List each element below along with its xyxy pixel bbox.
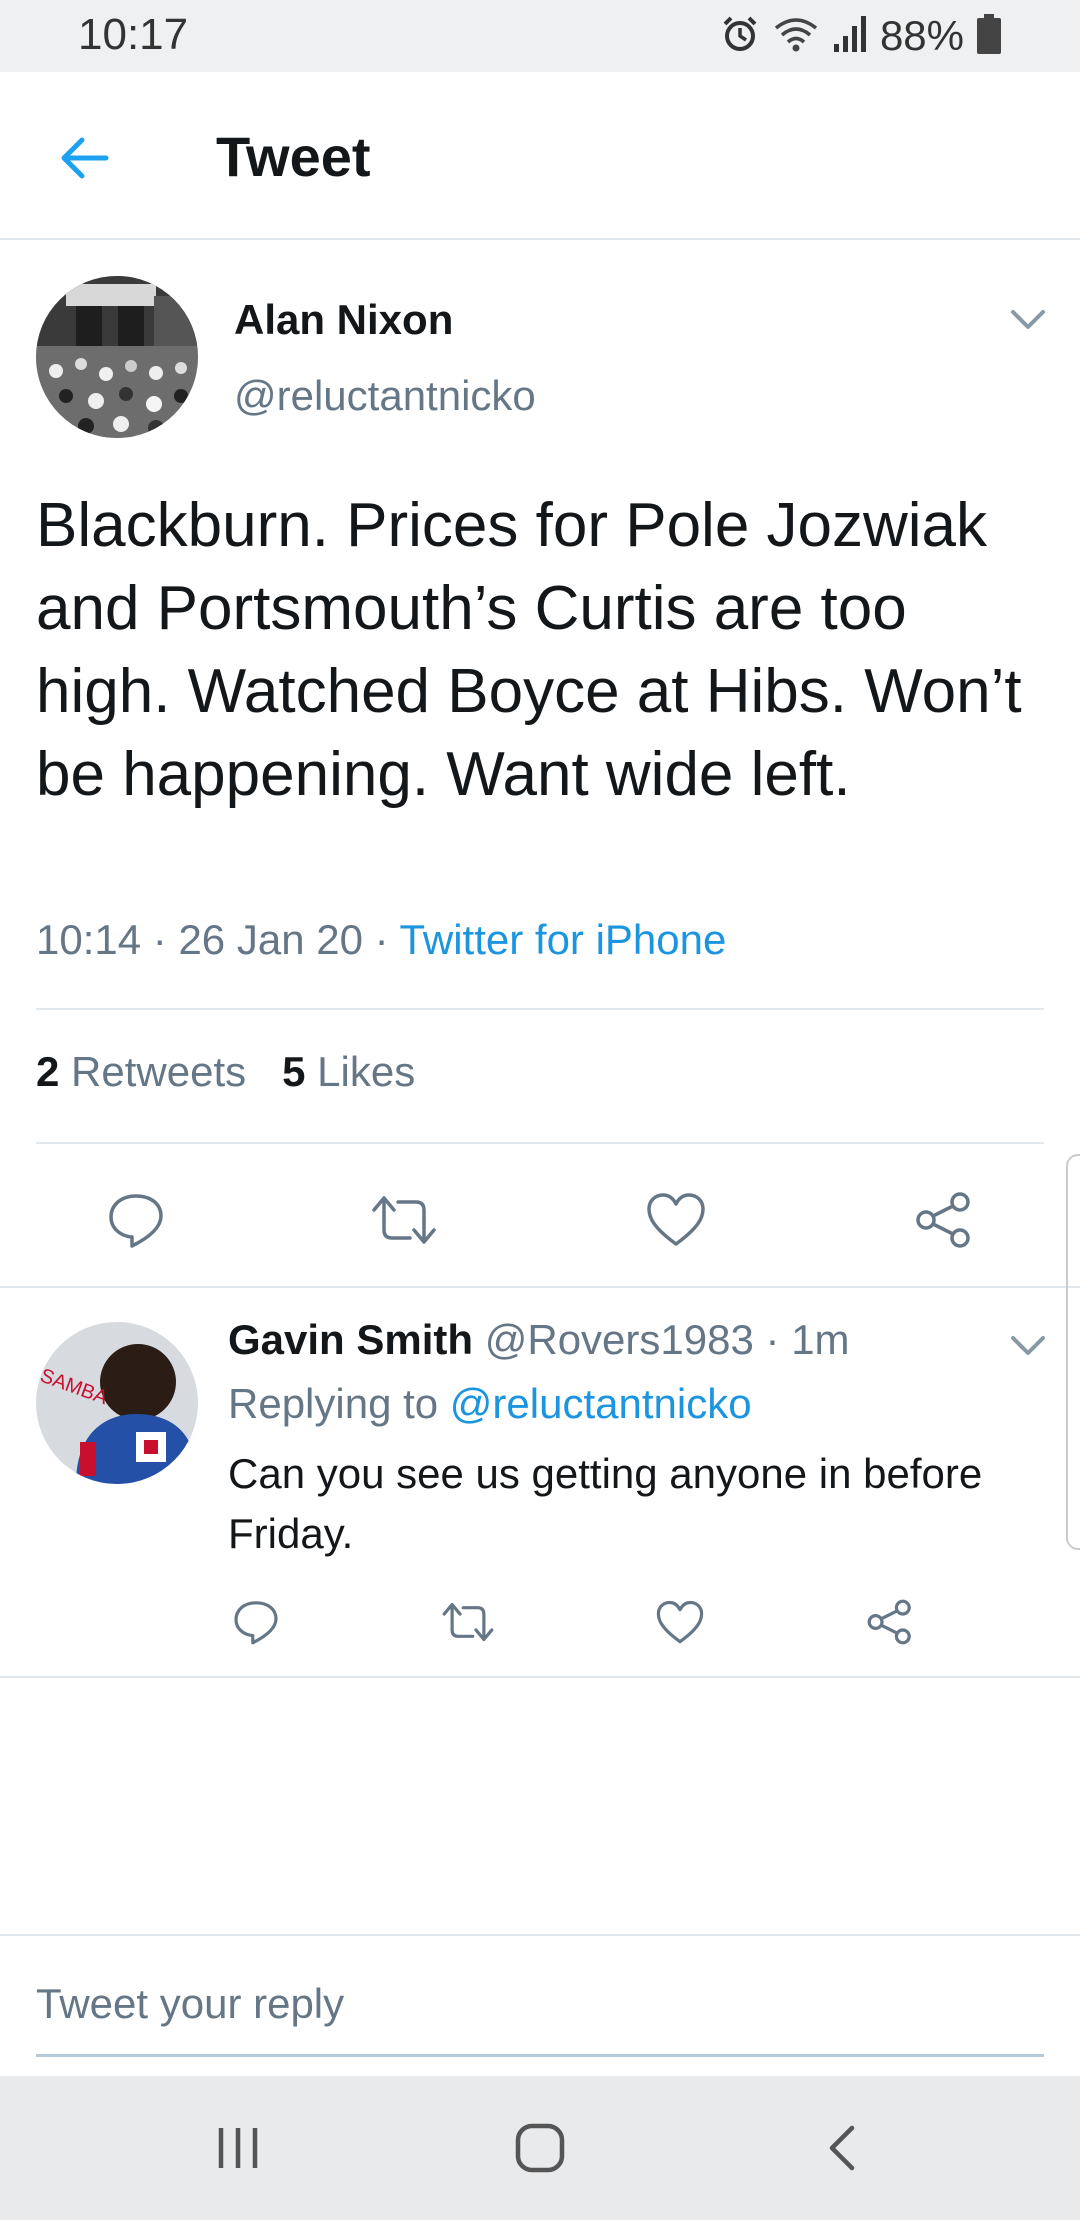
system-back-button[interactable] (802, 2116, 882, 2180)
divider (0, 1286, 1080, 1288)
like-button[interactable] (640, 1184, 712, 1256)
reply-button[interactable] (100, 1184, 172, 1256)
meta-separator: · (765, 1316, 780, 1363)
retweets-label: Retweets (71, 1048, 247, 1095)
status-time: 10:17 (78, 10, 189, 59)
like-icon (656, 1600, 704, 1643)
meta-separator: · (374, 916, 389, 963)
author-avatar[interactable] (36, 276, 198, 438)
author-handle[interactable]: @reluctantnicko (234, 372, 536, 420)
compose-underline (36, 2054, 1044, 2057)
replying-to-label: Replying to (228, 1380, 439, 1427)
reply-author-name[interactable]: Gavin Smith (228, 1316, 473, 1363)
reply-age: 1m (791, 1316, 850, 1363)
likes-stat[interactable]: 5 Likes (282, 1048, 415, 1095)
meta-separator: · (152, 916, 167, 963)
retweet-icon (442, 1602, 494, 1642)
page-title: Tweet (216, 125, 371, 188)
chevron-down-icon (1011, 310, 1045, 329)
recent-apps-button[interactable] (198, 2116, 278, 2180)
replying-to-handle[interactable]: @reluctantnicko (450, 1380, 752, 1427)
likes-label: Likes (317, 1048, 416, 1095)
home-button[interactable] (500, 2116, 580, 2180)
battery-percent: 88% (879, 12, 964, 59)
wifi-icon (772, 14, 820, 59)
tweet-time: 10:14 (36, 916, 142, 963)
back-arrow-icon (61, 137, 109, 179)
header: Tweet (0, 72, 1080, 240)
signal-icon (832, 14, 868, 59)
likes-count: 5 (282, 1048, 306, 1095)
tweet-date: 26 Jan 20 (178, 916, 363, 963)
tweet-stats: 2 Retweets 5 Likes (36, 1048, 415, 1096)
recent-apps-icon (218, 2128, 258, 2168)
divider (36, 1008, 1044, 1010)
alarm-icon (720, 14, 760, 59)
chevron-down-icon (1011, 1336, 1045, 1355)
back-icon (829, 2125, 855, 2171)
back-button[interactable] (48, 122, 120, 194)
status-icons: 88% (720, 10, 1002, 62)
reply-icon (234, 1601, 278, 1645)
replying-to: Replying to @reluctantnicko (228, 1380, 752, 1428)
system-nav-bar (0, 2076, 1080, 2220)
reply-icon (109, 1194, 163, 1248)
reply-header: Gavin Smith @Rovers1983 · 1m (228, 1316, 850, 1364)
tweet-menu-button[interactable] (1004, 300, 1052, 340)
status-bar: 10:17 88% (0, 0, 1080, 72)
reply-menu-button[interactable] (1004, 1326, 1052, 1366)
retweets-count: 2 (36, 1048, 60, 1095)
divider (0, 1934, 1080, 1936)
reply-author-handle[interactable]: @Rovers1983 (485, 1316, 754, 1363)
reply-reply-button[interactable] (226, 1592, 286, 1652)
scroll-handle[interactable] (1066, 1154, 1080, 1550)
home-icon (515, 2123, 565, 2173)
battery-icon (976, 13, 1002, 60)
tweet-text: Blackburn. Prices for Pole Jozwiak and P… (36, 491, 1022, 809)
tweet-source-link[interactable]: Twitter for iPhone (400, 916, 727, 963)
reply-author-avatar[interactable]: SAMBA (36, 1322, 198, 1484)
reply-retweet-button[interactable] (438, 1592, 498, 1652)
retweet-button[interactable] (368, 1184, 440, 1256)
share-button[interactable] (908, 1184, 980, 1256)
retweet-icon (372, 1196, 436, 1244)
retweets-stat[interactable]: 2 Retweets (36, 1048, 246, 1095)
reply-like-button[interactable] (650, 1592, 710, 1652)
tweet-meta: 10:14 · 26 Jan 20 · Twitter for iPhone (36, 916, 726, 964)
like-icon (647, 1193, 705, 1246)
share-icon (916, 1192, 970, 1248)
reply-compose-input[interactable]: Tweet your reply (36, 1980, 344, 2028)
divider (0, 1676, 1080, 1678)
share-icon (867, 1599, 911, 1645)
divider (36, 1142, 1044, 1144)
author-name[interactable]: Alan Nixon (234, 296, 453, 344)
reply-text: Can you see us getting anyone in before … (228, 1450, 983, 1557)
reply-share-button[interactable] (860, 1592, 920, 1652)
